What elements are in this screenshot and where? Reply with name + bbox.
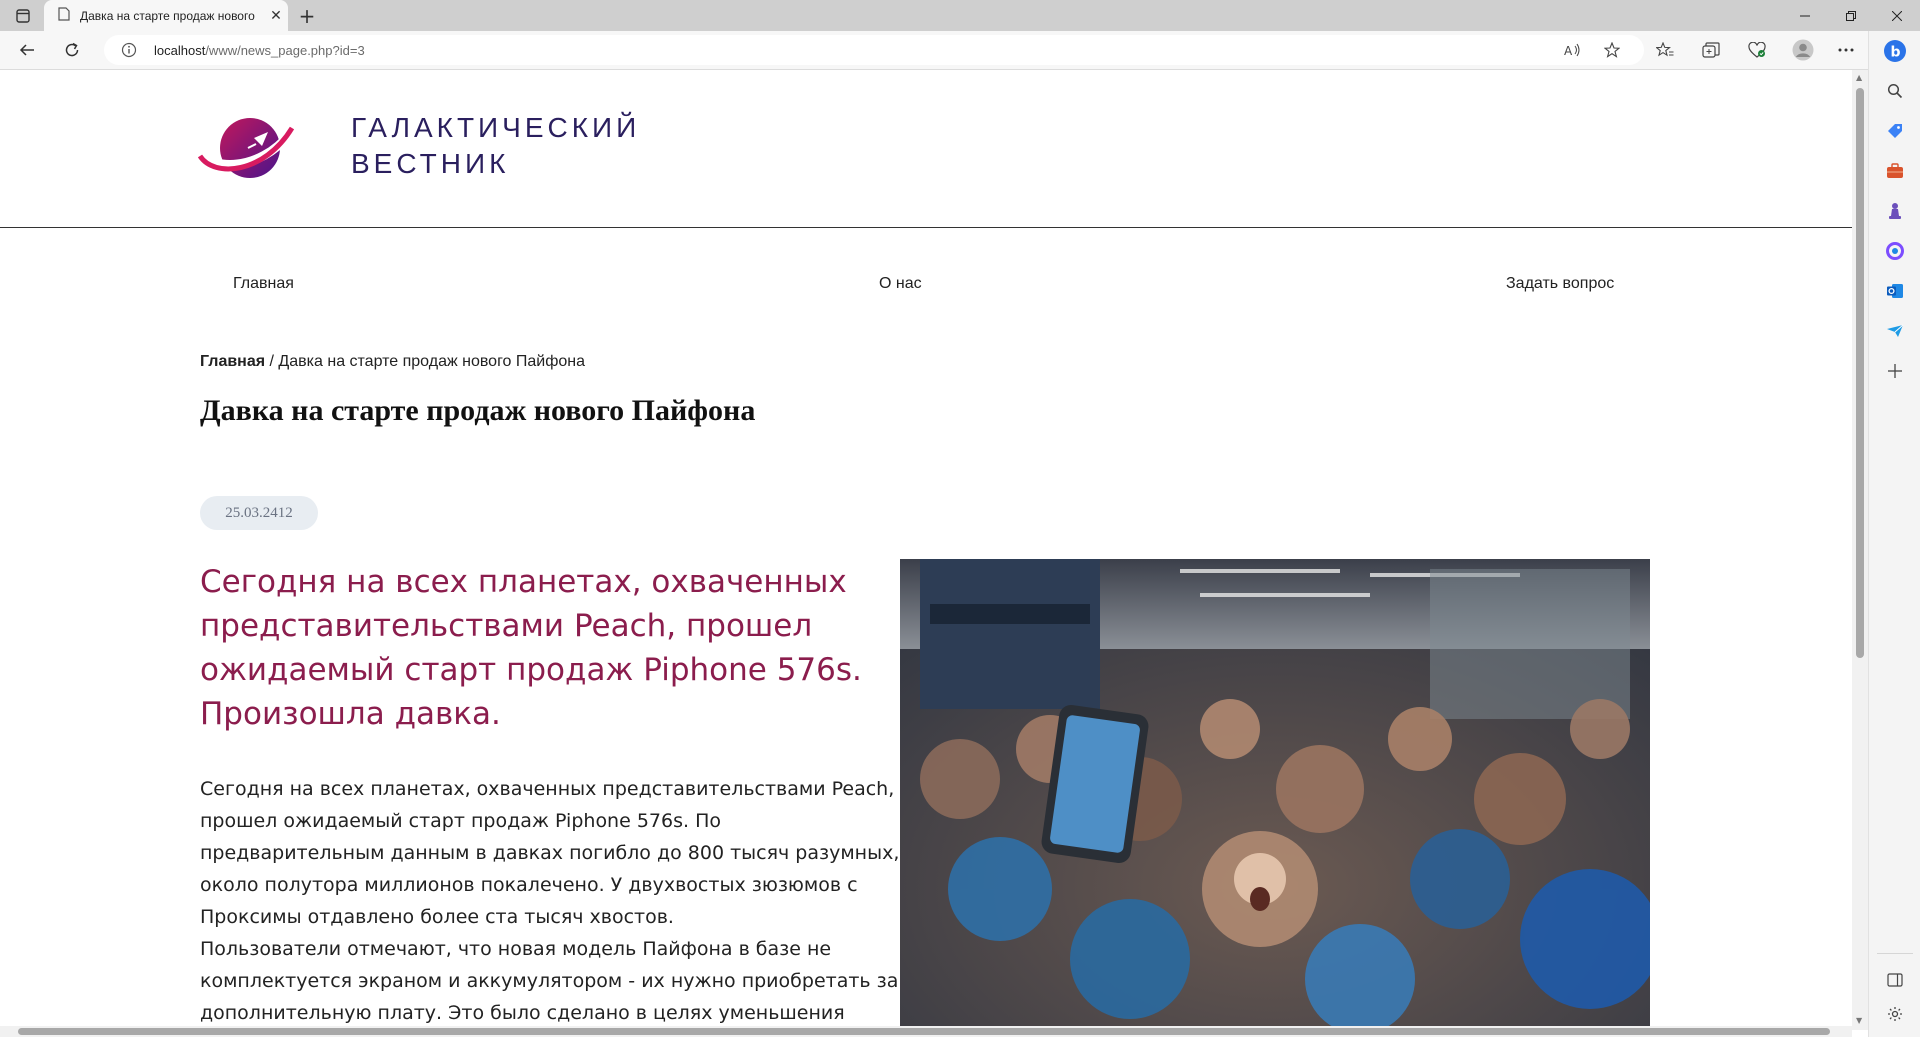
nav-link-home[interactable]: Главная [233,275,294,293]
refresh-icon[interactable] [54,31,90,69]
browser-toolbar: localhost/www/news_page.php?id=3 A [0,31,1920,70]
add-sidebar-app-icon[interactable] [1881,357,1909,385]
url-path: /www/news_page.php?id=3 [205,42,365,58]
nav-link-ask-question[interactable]: Задать вопрос [1506,275,1614,293]
scroll-down-icon[interactable]: ▼ [1856,1016,1862,1025]
bing-copilot-icon[interactable]: b [1881,37,1909,65]
url-host: localhost [154,42,206,58]
hide-sidebar-icon[interactable] [1881,966,1909,994]
svg-text:A: A [1564,44,1573,57]
site-title[interactable]: ГАЛАКТИЧЕСКИЙ ВЕСТНИК [351,110,640,182]
collections-icon[interactable] [1693,31,1729,69]
article-lead: Сегодня на всех планетах, охваченных пре… [200,564,862,732]
new-tab-icon[interactable]: + [294,3,320,29]
settings-more-icon[interactable] [1828,31,1864,69]
search-icon[interactable] [1881,77,1909,105]
favorite-star-icon[interactable] [1594,31,1630,69]
breadcrumb-separator: / [265,353,279,370]
games-chess-icon[interactable] [1881,197,1909,225]
drop-send-icon[interactable] [1881,317,1909,345]
site-logo[interactable] [198,114,294,184]
scroll-up-icon[interactable]: ▲ [1856,73,1862,82]
horizontal-scrollbar[interactable] [0,1026,1852,1037]
close-tab-icon[interactable]: ✕ [264,8,288,24]
site-info-icon[interactable] [116,42,142,58]
address-bar[interactable]: localhost/www/news_page.php?id=3 [104,35,1644,65]
active-tab[interactable]: Давка на старте продаж нового ✕ [44,0,288,31]
page-viewport: ГАЛАКТИЧЕСКИЙ ВЕСТНИК Главная О нас Зада… [0,70,1852,1026]
breadcrumb-current: Давка на старте продаж нового Пайфона [278,353,586,370]
edge-sidebar: b [1868,31,1920,1037]
shopping-tag-icon[interactable] [1881,117,1909,145]
header-divider [0,227,1852,228]
favorites-icon[interactable] [1647,31,1683,69]
back-icon[interactable] [9,31,45,69]
close-window-icon[interactable] [1874,0,1920,31]
horizontal-scroll-thumb[interactable] [18,1028,1830,1035]
article-photo [900,559,1650,1026]
browser-tab-strip: Давка на старте продаж нового ✕ + [0,0,1920,31]
breadcrumb: Главная / Давка на старте продаж нового … [200,353,585,371]
site-title-line1: ГАЛАКТИЧЕСКИЙ [351,112,641,143]
sidebar-settings-gear-icon[interactable] [1881,1000,1909,1028]
svg-text:b: b [1891,45,1901,61]
breadcrumb-home-link[interactable]: Главная [200,353,265,370]
article-title: Давка на старте продаж нового Пайфона [200,394,756,427]
article-paragraph-1: Сегодня на всех планетах, охваченных пре… [200,778,900,928]
restore-icon[interactable] [1828,0,1874,31]
sidebar-divider [1877,953,1913,954]
vertical-scrollbar[interactable]: ▲ ▼ [1852,70,1868,1030]
tools-briefcase-icon[interactable] [1881,157,1909,185]
vertical-scroll-thumb[interactable] [1856,88,1864,658]
outlook-icon[interactable] [1881,277,1909,305]
date-badge: 25.03.2412 [200,496,318,530]
article-paragraph-2: Пользователи отмечают, что новая модель … [200,938,899,1024]
tab-actions-icon[interactable] [0,0,46,31]
profile-avatar-icon[interactable] [1785,31,1821,69]
site-title-line2: ВЕСТНИК [351,148,510,179]
microsoft-365-icon[interactable] [1881,237,1909,265]
minimize-icon[interactable] [1782,0,1828,31]
page-favicon-icon [58,7,70,24]
url-text: localhost/www/news_page.php?id=3 [154,43,365,58]
nav-link-about[interactable]: О нас [879,275,922,293]
article-body: Сегодня на всех планетах, охваченных пре… [200,773,900,1026]
browser-essentials-icon[interactable] [1739,31,1775,69]
tab-title: Давка на старте продаж нового [80,8,255,23]
read-aloud-icon[interactable]: A [1555,31,1591,69]
